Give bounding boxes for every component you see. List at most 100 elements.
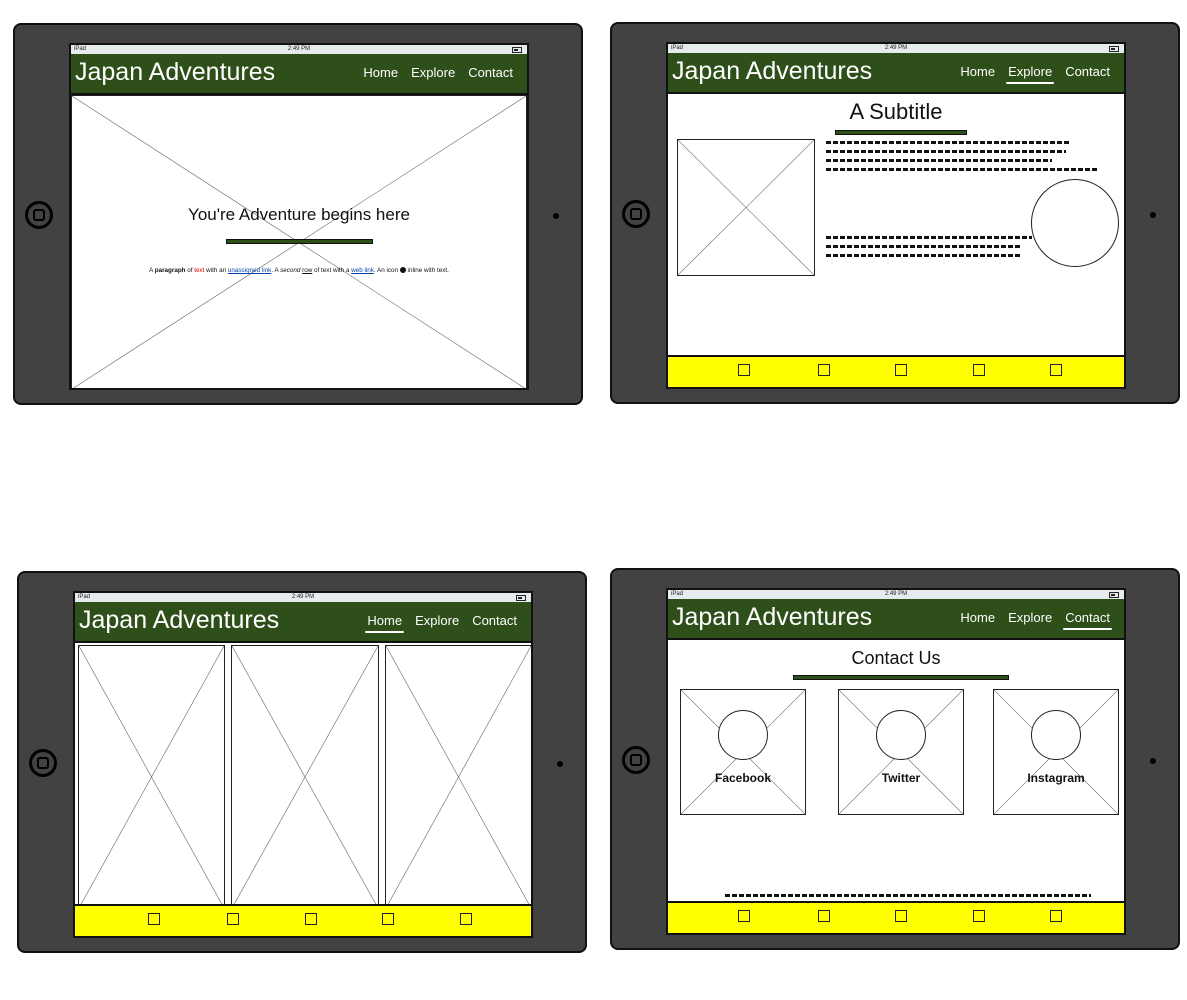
nav-home[interactable]: Home [363,65,398,80]
contact-title-underline [793,675,1009,680]
gallery-image-placeholder-2 [231,645,379,909]
ipad-frame-landing: iPad 2:49 PM Japan Adventures Home Explo… [13,23,583,405]
paragraph-red-text: text [194,267,205,274]
screen-contact: iPad 2:49 PM Japan Adventures Home Explo… [666,588,1126,935]
footer-icon-2[interactable] [818,364,830,376]
footer-icon-5[interactable] [1050,910,1062,922]
nav-bar: Japan Adventures Home Explore Contact [668,599,1124,640]
text-scribble-line [725,894,1091,897]
contact-card-twitter[interactable]: Twitter [838,689,964,815]
device-home-button [622,200,650,228]
nav-bar: Japan Adventures Home Explore Contact [75,602,531,643]
nav-contact[interactable]: Contact [1065,64,1110,79]
contact-card-instagram[interactable]: Instagram [993,689,1119,815]
gallery-image-placeholder-3 [385,645,531,909]
facebook-icon [718,710,768,760]
footer-icon-5[interactable] [460,913,472,925]
text-scribble-line [826,254,1022,257]
footer-bar [75,904,531,936]
battery-icon [516,595,526,601]
hero-heading: You're Adventure begins here [188,205,410,224]
subtitle-underline [835,130,967,135]
footer-icon-3[interactable] [895,910,907,922]
text-scribble-line [826,245,1022,248]
nav-links: Home Explore Contact [960,64,1110,84]
text-scribble-line [826,159,1052,162]
brand-title[interactable]: Japan Adventures [79,606,279,635]
screen-explore: iPad 2:49 PM Japan Adventures Home Explo… [666,42,1126,389]
explore-circle-image [1031,179,1119,267]
device-camera [1150,212,1156,218]
twitter-icon [876,710,926,760]
nav-explore[interactable]: Explore [411,65,455,80]
footer-icon-4[interactable] [973,364,985,376]
card-label: Facebook [714,771,771,785]
text-scribble-line [826,236,1032,239]
footer-icon-3[interactable] [895,364,907,376]
footer-icon-3[interactable] [305,913,317,925]
clock-label: 2:49 PM [291,594,315,600]
paragraph-underline: row [302,267,313,274]
footer-icon-1[interactable] [738,910,750,922]
nav-bar: Japan Adventures Home Explore Contact [71,54,527,95]
nav-explore[interactable]: Explore [1006,64,1055,84]
instagram-icon [1031,710,1081,760]
clock-label: 2:49 PM [884,591,908,597]
nav-contact[interactable]: Contact [472,613,517,628]
paragraph-bold: paragraph [154,267,186,274]
footer-icon-5[interactable] [1050,364,1062,376]
contact-title: Contact Us [851,648,941,668]
text-scribble-line [826,168,1098,171]
footer-bar [668,901,1124,933]
nav-links: Home Explore Contact [363,65,513,80]
brand-title[interactable]: Japan Adventures [75,58,275,87]
footer-icon-1[interactable] [738,364,750,376]
nav-bar: Japan Adventures Home Explore Contact [668,53,1124,94]
nav-contact[interactable]: Contact [1063,610,1112,630]
device-home-button [25,201,53,229]
nav-links: Home Explore Contact [960,610,1112,630]
contact-card-facebook[interactable]: Facebook [680,689,806,815]
ipad-frame-gallery: iPad 2:49 PM Japan Adventures Home Explo… [17,571,587,953]
nav-home[interactable]: Home [365,613,404,633]
gallery-image-placeholder-1 [78,645,225,909]
text-scribble-line [826,141,1070,144]
device-home-button [622,746,650,774]
brand-title[interactable]: Japan Adventures [672,603,872,632]
device-camera [557,761,563,767]
device-camera [553,213,559,219]
footer-bar [668,355,1124,387]
unassigned-link[interactable]: unassigned link [228,267,271,274]
nav-links: Home Explore Contact [365,613,517,633]
clock-label: 2:49 PM [287,46,311,52]
device-home-button [29,749,57,777]
card-label: Twitter [881,771,921,785]
ipad-frame-contact: iPad 2:49 PM Japan Adventures Home Explo… [610,568,1180,950]
explore-image-placeholder [677,139,815,276]
nav-home[interactable]: Home [960,610,995,625]
footer-icon-2[interactable] [227,913,239,925]
nav-home[interactable]: Home [960,64,995,79]
battery-icon [512,47,522,53]
footer-icon-1[interactable] [148,913,160,925]
explore-subtitle: A Subtitle [849,99,943,124]
text-scribble-line [826,150,1066,153]
hero-paragraph: A paragraph of text with an unassigned l… [149,267,449,274]
device-camera [1150,758,1156,764]
footer-icon-2[interactable] [818,910,830,922]
footer-icon-4[interactable] [973,910,985,922]
battery-icon [1109,592,1119,598]
brand-title[interactable]: Japan Adventures [672,57,872,86]
ipad-frame-explore: iPad 2:49 PM Japan Adventures Home Explo… [610,22,1180,404]
nav-explore[interactable]: Explore [1008,610,1052,625]
web-link[interactable]: web link [351,267,374,274]
battery-icon [1109,46,1119,52]
footer-icon-4[interactable] [382,913,394,925]
screen-gallery: iPad 2:49 PM Japan Adventures Home Explo… [73,591,533,938]
clock-label: 2:49 PM [884,45,908,51]
hero-heading-underline [226,239,373,244]
screen-landing: iPad 2:49 PM Japan Adventures Home Explo… [69,43,529,390]
nav-contact[interactable]: Contact [468,65,513,80]
nav-explore[interactable]: Explore [415,613,459,628]
card-label: Instagram [1027,771,1085,785]
